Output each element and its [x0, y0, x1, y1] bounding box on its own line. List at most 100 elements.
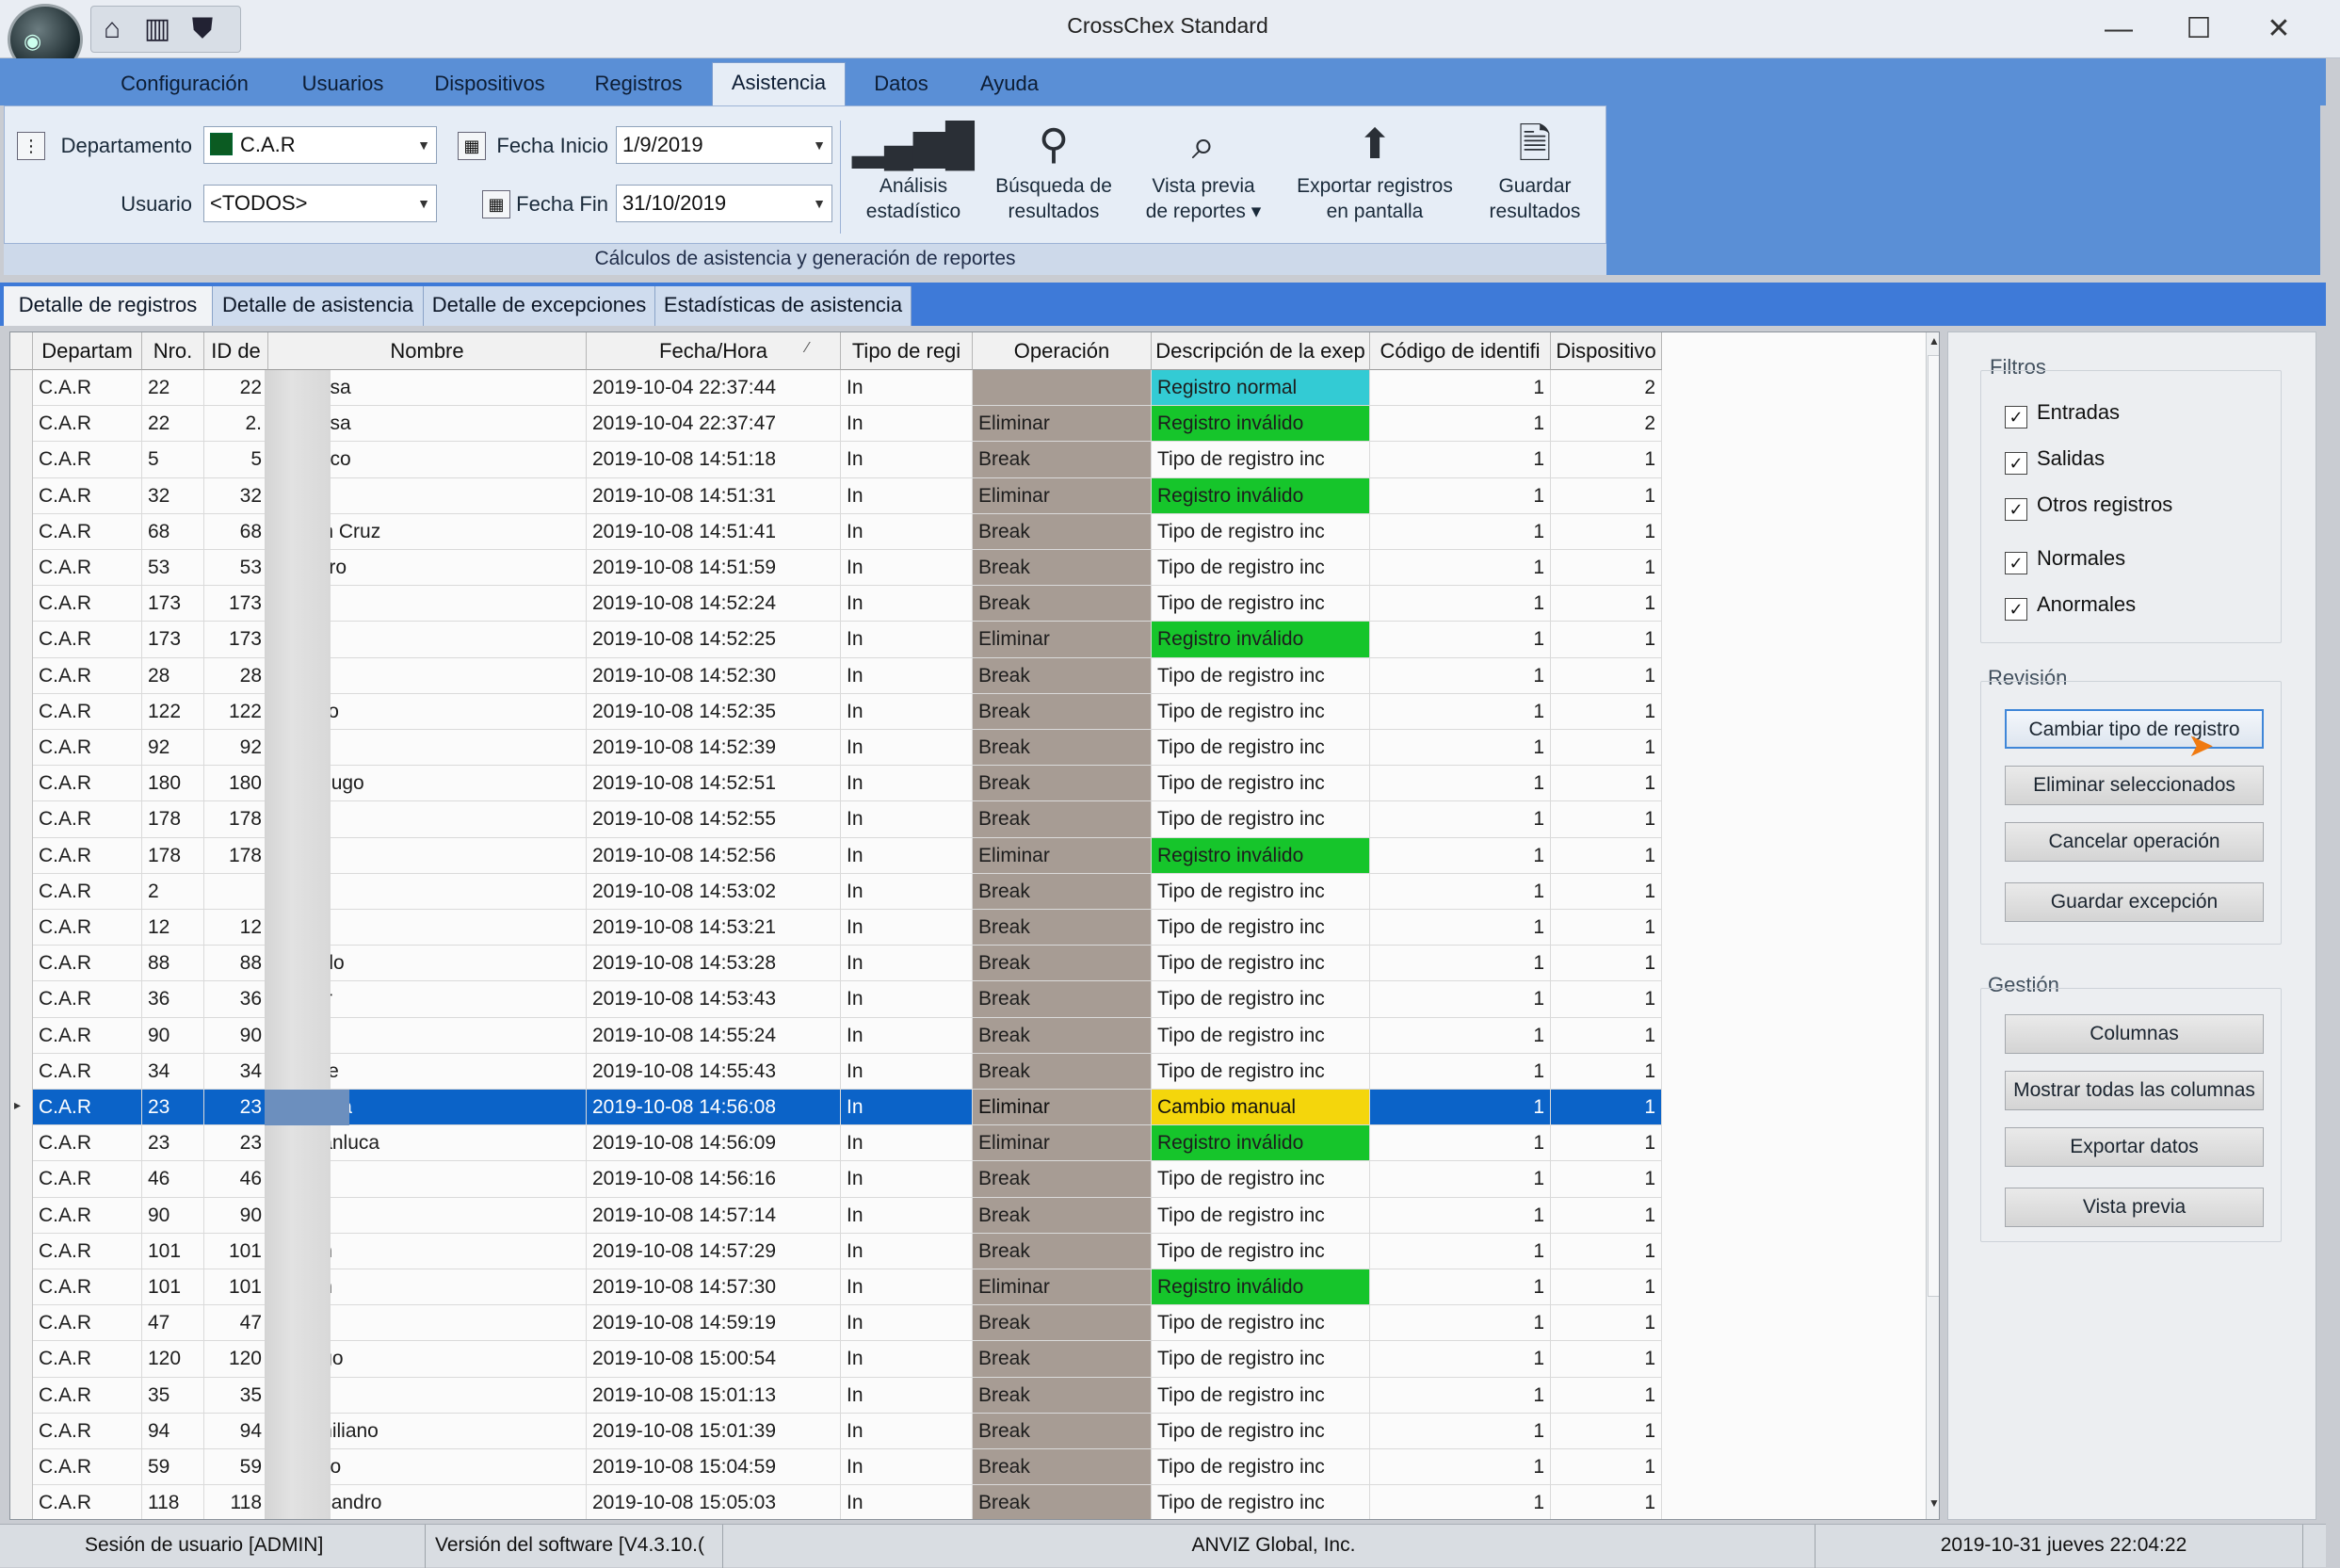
- col-header-dispositivo[interactable]: Dispositivo: [1551, 332, 1662, 370]
- cell-tipo[interactable]: In: [841, 406, 973, 443]
- cell-fecha-hora[interactable]: 2019-10-08 14:57:29: [587, 1233, 841, 1269]
- cell-fecha-hora[interactable]: 2019-10-08 14:52:55: [587, 801, 841, 838]
- cell-tipo[interactable]: In: [841, 1485, 973, 1519]
- cell-tipo[interactable]: In: [841, 1413, 973, 1449]
- cell-tipo[interactable]: In: [841, 1197, 973, 1234]
- table-row[interactable]: C.A.R2828ristian2019-10-08 14:52:30InBre…: [10, 657, 1662, 694]
- table-row[interactable]: C.A.R55Federico2019-10-08 14:51:18InBrea…: [10, 442, 1662, 478]
- cell-codigo[interactable]: 1: [1370, 370, 1551, 407]
- cell-id[interactable]: 53: [204, 550, 268, 587]
- cell-departamento[interactable]: C.A.R: [33, 1197, 142, 1234]
- cell-operacion[interactable]: Break: [973, 1053, 1152, 1090]
- cell-operacion[interactable]: Eliminar: [973, 622, 1152, 658]
- cell-nro[interactable]: 12: [142, 910, 204, 946]
- cell-codigo[interactable]: 1: [1370, 837, 1551, 874]
- cell-descripcion[interactable]: Registro inválido: [1152, 406, 1370, 443]
- cell-id[interactable]: 90: [204, 1017, 268, 1054]
- menu-asistencia[interactable]: Asistencia: [712, 62, 846, 105]
- cell-id[interactable]: 173: [204, 586, 268, 622]
- cell-descripcion[interactable]: Tipo de registro inc: [1152, 981, 1370, 1018]
- cell-tipo[interactable]: In: [841, 1090, 973, 1126]
- cell-id[interactable]: 23: [204, 1090, 268, 1126]
- cell-tipo[interactable]: In: [841, 550, 973, 587]
- table-row[interactable]: C.A.R101101Ruben2019-10-08 14:57:29InBre…: [10, 1233, 1662, 1269]
- cell-nro[interactable]: 28: [142, 657, 204, 694]
- cell-id[interactable]: 12: [204, 910, 268, 946]
- cell-operacion[interactable]: Break: [973, 442, 1152, 478]
- cell-operacion[interactable]: Break: [973, 1485, 1152, 1519]
- cell-departamento[interactable]: C.A.R: [33, 1341, 142, 1378]
- table-row[interactable]: C.A.R9090Daniel2019-10-08 14:55:24InBrea…: [10, 1017, 1662, 1054]
- cell-fecha-hora[interactable]: 2019-10-08 14:56:16: [587, 1161, 841, 1198]
- cell-nro[interactable]: 23: [142, 1125, 204, 1162]
- cell-operacion[interactable]: Break: [973, 1161, 1152, 1198]
- cell-nro[interactable]: 88: [142, 946, 204, 982]
- cell-descripcion[interactable]: Tipo de registro inc: [1152, 946, 1370, 982]
- departamento-select[interactable]: C.A.R ▼: [203, 126, 437, 164]
- cell-fecha-hora[interactable]: 2019-10-08 14:53:28: [587, 946, 841, 982]
- col-header-operacion[interactable]: Operación: [973, 332, 1152, 370]
- cell-departamento[interactable]: C.A.R: [33, 873, 142, 910]
- cell-fecha-hora[interactable]: 2019-10-08 14:56:08: [587, 1090, 841, 1126]
- eliminar-seleccionados-button[interactable]: Eliminar seleccionados: [2005, 766, 2264, 805]
- cell-codigo[interactable]: 1: [1370, 513, 1551, 550]
- cell-fecha-hora[interactable]: 2019-10-08 15:05:03: [587, 1485, 841, 1519]
- cell-operacion[interactable]: Break: [973, 513, 1152, 550]
- cell-dispositivo[interactable]: 1: [1551, 586, 1662, 622]
- cell-tipo[interactable]: In: [841, 837, 973, 874]
- cell-id[interactable]: 173: [204, 622, 268, 658]
- col-header-id[interactable]: ID de: [204, 332, 268, 370]
- cell-nro[interactable]: 94: [142, 1413, 204, 1449]
- cell-codigo[interactable]: 1: [1370, 477, 1551, 514]
- menu-usuarios[interactable]: Usuarios: [288, 68, 397, 102]
- cell-operacion[interactable]: Break: [973, 657, 1152, 694]
- cell-fecha-hora[interactable]: 2019-10-08 14:55:24: [587, 1017, 841, 1054]
- columnas-button[interactable]: Columnas: [2005, 1014, 2264, 1054]
- menu-configuracion[interactable]: Configuración: [102, 68, 267, 102]
- cell-fecha-hora[interactable]: 2019-10-08 14:57:30: [587, 1269, 841, 1306]
- cell-departamento[interactable]: C.A.R: [33, 622, 142, 658]
- cell-id[interactable]: 59: [204, 1449, 268, 1486]
- cell-id[interactable]: 23: [204, 1125, 268, 1162]
- cell-operacion[interactable]: [973, 370, 1152, 407]
- cell-descripcion[interactable]: Tipo de registro inc: [1152, 873, 1370, 910]
- cell-fecha-hora[interactable]: 2019-10-08 15:01:39: [587, 1413, 841, 1449]
- cell-departamento[interactable]: C.A.R: [33, 837, 142, 874]
- table-row[interactable]: C.A.R5959Lautaro2019-10-08 15:04:59InBre…: [10, 1449, 1662, 1486]
- cell-tipo[interactable]: In: [841, 873, 973, 910]
- cell-descripcion[interactable]: Tipo de registro inc: [1152, 442, 1370, 478]
- cell-departamento[interactable]: C.A.R: [33, 1377, 142, 1414]
- cell-operacion[interactable]: Break: [973, 1197, 1152, 1234]
- cell-nro[interactable]: 101: [142, 1269, 204, 1306]
- shield-icon[interactable]: ⛊: [185, 11, 220, 47]
- busqueda-resultados-button[interactable]: ⚲ Búsqueda de resultados: [983, 117, 1124, 224]
- cell-departamento[interactable]: C.A.R: [33, 550, 142, 587]
- col-header-codigo[interactable]: Código de identifi: [1370, 332, 1551, 370]
- cell-departamento[interactable]: C.A.R: [33, 513, 142, 550]
- cell-fecha-hora[interactable]: 2019-10-08 15:00:54: [587, 1341, 841, 1378]
- cell-tipo[interactable]: In: [841, 981, 973, 1018]
- chevron-down-icon[interactable]: ▼: [417, 186, 430, 221]
- table-row[interactable]: C.A.R8888Marcelo2019-10-08 14:53:28InBre…: [10, 946, 1662, 982]
- chevron-down-icon[interactable]: ▼: [813, 186, 826, 221]
- cell-codigo[interactable]: 1: [1370, 1305, 1551, 1342]
- cell-descripcion[interactable]: Registro inválido: [1152, 1125, 1370, 1162]
- chevron-down-icon[interactable]: ▼: [417, 127, 430, 163]
- cell-tipo[interactable]: In: [841, 586, 973, 622]
- cell-departamento[interactable]: C.A.R: [33, 1269, 142, 1306]
- cell-id[interactable]: 28: [204, 657, 268, 694]
- cell-descripcion[interactable]: Tipo de registro inc: [1152, 513, 1370, 550]
- table-row[interactable]: C.A.R3434z Jorge2019-10-08 14:55:43InBre…: [10, 1053, 1662, 1090]
- table-row[interactable]: C.A.R118118cz Alejandro2019-10-08 15:05:…: [10, 1485, 1662, 1519]
- cell-descripcion[interactable]: Tipo de registro inc: [1152, 586, 1370, 622]
- cell-fecha-hora[interactable]: 2019-10-08 14:52:24: [587, 586, 841, 622]
- cell-descripcion[interactable]: Tipo de registro inc: [1152, 910, 1370, 946]
- cell-descripcion[interactable]: Tipo de registro inc: [1152, 766, 1370, 802]
- cell-fecha-hora[interactable]: 2019-10-08 14:51:59: [587, 550, 841, 587]
- cell-operacion[interactable]: Break: [973, 801, 1152, 838]
- table-row[interactable]: C.A.R3636Hector2019-10-08 14:53:43InBrea…: [10, 981, 1662, 1018]
- home-icon[interactable]: ⌂: [94, 11, 130, 47]
- cell-tipo[interactable]: In: [841, 657, 973, 694]
- col-header-nombre[interactable]: Nombre: [268, 332, 587, 370]
- cell-codigo[interactable]: 1: [1370, 1377, 1551, 1414]
